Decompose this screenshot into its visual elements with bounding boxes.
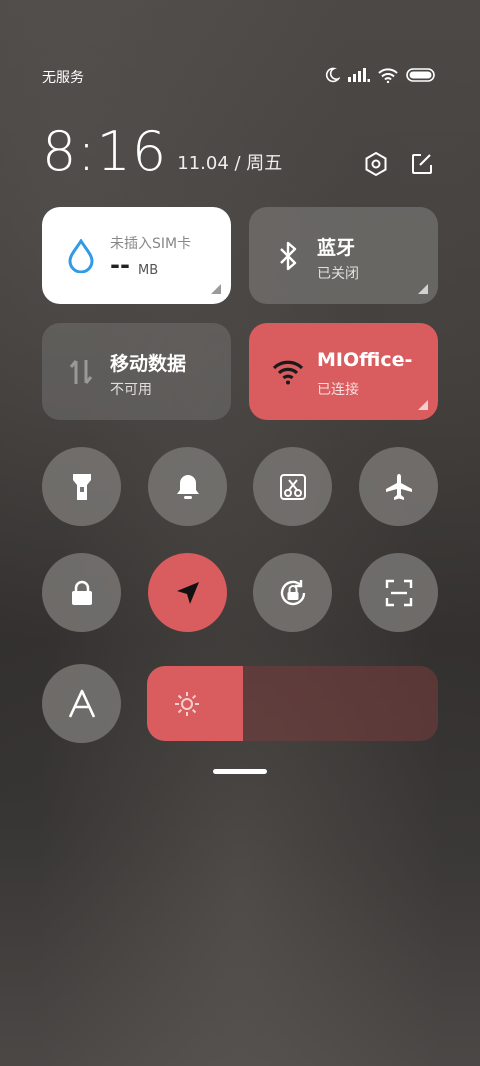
scissors-icon xyxy=(279,473,306,500)
airplane-toggle[interactable] xyxy=(359,447,438,526)
silent-toggle[interactable] xyxy=(148,447,227,526)
water-drop-icon xyxy=(64,239,98,273)
clock-time: 8:16 xyxy=(42,120,168,183)
rotate-lock-icon xyxy=(280,579,305,605)
data-usage-value: -- xyxy=(110,251,130,279)
mobile-data-icon xyxy=(64,355,98,389)
tile-expand-corner xyxy=(418,400,428,410)
tile-expand-corner xyxy=(418,284,428,294)
mobile-data-tile[interactable]: 移动数据 不可用 xyxy=(42,323,231,420)
bluetooth-title: 蓝牙 xyxy=(317,237,356,259)
bluetooth-state: 已关闭 xyxy=(317,266,359,282)
wifi-icon xyxy=(271,355,305,389)
bluetooth-icon xyxy=(271,239,305,273)
settings-icon xyxy=(365,151,387,177)
tile-expand-corner xyxy=(211,284,221,294)
moon-icon xyxy=(324,67,341,87)
clock: 8:16 11.04 / 周五 xyxy=(42,125,282,179)
location-toggle[interactable] xyxy=(148,553,227,632)
auto-rotate-toggle[interactable] xyxy=(253,553,332,632)
carrier-label: 无服务 xyxy=(42,70,84,86)
location-arrow-icon xyxy=(176,581,199,604)
brightness-slider[interactable] xyxy=(147,666,438,741)
wifi-tile[interactable]: MIOffice- 已连接 xyxy=(249,323,438,420)
edit-icon xyxy=(412,154,432,174)
wifi-title: MIOffice- xyxy=(317,349,413,371)
flashlight-toggle[interactable] xyxy=(42,447,121,526)
mobile-data-title: 移动数据 xyxy=(110,353,187,375)
wifi-icon xyxy=(378,67,398,87)
home-indicator[interactable] xyxy=(213,769,267,774)
scanner-toggle[interactable] xyxy=(359,553,438,632)
sun-icon xyxy=(175,692,199,716)
battery-icon xyxy=(406,68,436,86)
status-bar: 无服务 xyxy=(42,66,436,88)
airplane-icon xyxy=(385,473,412,500)
mobile-data-state: 不可用 xyxy=(110,382,152,398)
wifi-state: 已连接 xyxy=(317,382,359,398)
scan-icon xyxy=(385,579,412,606)
lock-screen-toggle[interactable] xyxy=(42,553,121,632)
sim-status-label: 未插入SIM卡 xyxy=(110,236,192,252)
font-size-toggle[interactable] xyxy=(42,664,121,743)
bluetooth-tile[interactable]: 蓝牙 已关闭 xyxy=(249,207,438,304)
clock-date: 11.04 / 周五 xyxy=(177,153,283,174)
flashlight-icon xyxy=(72,473,91,500)
settings-button[interactable] xyxy=(362,150,390,178)
screenshot-toggle[interactable] xyxy=(253,447,332,526)
bell-icon xyxy=(176,474,199,499)
data-usage-tile[interactable]: 未插入SIM卡 -- MB xyxy=(42,207,231,304)
lock-icon xyxy=(71,580,92,605)
edit-button[interactable] xyxy=(408,150,436,178)
data-usage-unit: MB xyxy=(138,263,159,278)
signal-icon xyxy=(348,68,370,86)
font-a-icon xyxy=(68,689,95,718)
